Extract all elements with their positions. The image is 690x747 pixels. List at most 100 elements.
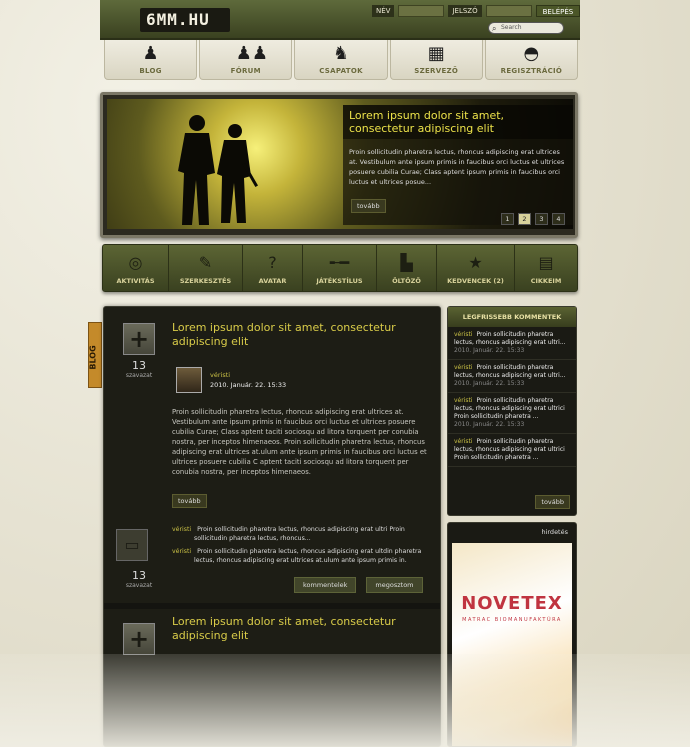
ad-brand-logo: NOVETEX bbox=[461, 593, 563, 614]
nav-label: CSAPATOK bbox=[319, 67, 363, 75]
tab-articles[interactable]: ▤ CIKKEIM bbox=[515, 245, 577, 291]
profile-category-bar: ◎ AKTIVITÁS ✎ SZERKESZTÉS ? AVATAR ╾━ JÁ… bbox=[102, 244, 578, 292]
document-icon: ▤ bbox=[538, 253, 554, 272]
comment-date: 2010. Január. 22. 15:33 bbox=[454, 347, 525, 354]
nav-label: SZERVEZŐ bbox=[414, 67, 459, 75]
tab-label: SZERKESZTÉS bbox=[179, 277, 232, 285]
hero-slider: Lorem ipsum dolor sit amet, consectetur … bbox=[100, 92, 578, 238]
nav-item-blog[interactable]: ♟ BLOG bbox=[104, 40, 198, 80]
hero-page-2[interactable]: 2 bbox=[518, 213, 531, 225]
tab-label: AKTIVITÁS bbox=[116, 277, 155, 285]
search-input[interactable]: ⌕ Search bbox=[488, 22, 564, 34]
comment-button[interactable]: kommentelek bbox=[294, 577, 357, 593]
list-item[interactable]: véristi Proin sollicitudin pharetra lectu… bbox=[448, 327, 576, 360]
tab-label: JÁTÉKSTÍLUS bbox=[316, 277, 363, 285]
tab-label: CIKKEIM bbox=[530, 277, 562, 285]
post-date: 2010. Január. 22. 15:33 bbox=[210, 381, 287, 389]
list-item[interactable]: véristi Proin sollicitudin pharetra lectu… bbox=[448, 434, 576, 467]
divider bbox=[104, 603, 440, 609]
password-label: JELSZÓ bbox=[448, 5, 482, 17]
vote-label: szavazat bbox=[125, 372, 153, 379]
upvote-button[interactable]: + bbox=[123, 323, 155, 355]
hero-more-button[interactable]: tovább bbox=[351, 199, 386, 213]
soldiers-silhouette bbox=[178, 115, 258, 225]
boots-icon: ▙ bbox=[400, 253, 413, 272]
tab-label: AVATAR bbox=[258, 277, 287, 285]
nav-label: BLOG bbox=[139, 67, 162, 75]
comment-author[interactable]: véristi bbox=[454, 364, 473, 371]
comment-author[interactable]: véristi bbox=[454, 331, 473, 338]
comment-text: Proin sollicitudin pharetra lectus, rhon… bbox=[194, 548, 422, 564]
blog-side-tab[interactable]: BLOG bbox=[88, 322, 102, 388]
hero-page-1[interactable]: 1 bbox=[501, 213, 514, 225]
name-label: NÉV bbox=[372, 5, 395, 17]
post-title[interactable]: Lorem ipsum dolor sit amet, consectetur … bbox=[172, 615, 422, 643]
tab-favorites[interactable]: ★ KEDVENCEK (2) bbox=[437, 245, 515, 291]
hero-page-3[interactable]: 3 bbox=[535, 213, 548, 225]
advertisement: hirdetés NOVETEX MATRAC BIOMANUFAKTÚRA bbox=[447, 522, 577, 747]
avatar[interactable] bbox=[176, 367, 202, 393]
name-input[interactable] bbox=[398, 5, 445, 17]
sidebar-more-button[interactable]: tovább bbox=[535, 495, 570, 509]
list-item[interactable]: véristi Proin sollicitudin pharetra lectu… bbox=[448, 360, 576, 393]
login-form: NÉV JELSZÓ BELÉPÉS bbox=[372, 4, 581, 18]
nav-label: FÓRUM bbox=[230, 67, 261, 75]
comment-text: Proin sollicitudin pharetra lectus, rhon… bbox=[194, 526, 405, 542]
vote-box: + 13 szavazat bbox=[116, 323, 162, 379]
rifle-icon: ╾━ bbox=[329, 253, 350, 272]
comment-author[interactable]: véristi bbox=[454, 438, 473, 445]
comment-author[interactable]: véristi bbox=[172, 525, 191, 534]
nav-item-forum[interactable]: ♟♟ FÓRUM bbox=[199, 40, 293, 80]
post-author[interactable]: véristi bbox=[210, 371, 230, 379]
search-icon: ⌕ bbox=[492, 24, 497, 33]
blog-tab-label: BLOG bbox=[88, 345, 98, 370]
panel-heading: LEGFRISSEBB KOMMENTEK bbox=[448, 307, 576, 327]
nav-item-teams[interactable]: ♞ CSAPATOK bbox=[294, 40, 388, 80]
tab-activity[interactable]: ◎ AKTIVITÁS bbox=[103, 245, 169, 291]
top-navigation: ♟ BLOG ♟♟ FÓRUM ♞ CSAPATOK ▦ SZERVEZŐ ◓ … bbox=[104, 40, 579, 80]
latest-comments-panel: LEGFRISSEBB KOMMENTEK véristi Proin solli… bbox=[447, 306, 577, 516]
soldier-icon: ♟ bbox=[142, 43, 159, 64]
comment-author[interactable]: véristi bbox=[172, 547, 191, 556]
blog-post-list: + 13 szavazat Lorem ipsum dolor sit amet… bbox=[103, 306, 441, 747]
nav-item-registration[interactable]: ◓ REGISZTRÁCIÓ bbox=[484, 40, 579, 80]
site-logo[interactable]: 6MM.HU bbox=[140, 8, 230, 32]
calendar-icon: ▦ bbox=[427, 43, 445, 64]
tab-edit[interactable]: ✎ SZERKESZTÉS bbox=[169, 245, 243, 291]
star-icon: ★ bbox=[468, 253, 483, 272]
post-title[interactable]: Lorem ipsum dolor sit amet, consectetur … bbox=[172, 321, 422, 349]
ad-banner[interactable]: NOVETEX MATRAC BIOMANUFAKTÚRA bbox=[452, 543, 572, 746]
password-input[interactable] bbox=[485, 5, 532, 17]
nav-item-organizer[interactable]: ▦ SZERVEZŐ bbox=[389, 40, 483, 80]
comment-date: 2010. Január. 22. 15:33 bbox=[454, 421, 525, 428]
upvote-button[interactable]: + bbox=[123, 623, 155, 655]
hero-page-4[interactable]: 4 bbox=[552, 213, 565, 225]
comment-vote-box: 13 szavazat bbox=[116, 565, 162, 589]
vote-count: 13 bbox=[132, 359, 146, 372]
comment-item: véristi Proin sollicitudin pharetra lect… bbox=[172, 525, 432, 543]
hero-text: Proin sollicitudin pharetra lectus, rhon… bbox=[349, 148, 565, 186]
login-button[interactable]: BELÉPÉS bbox=[535, 5, 581, 17]
target-icon: ◎ bbox=[128, 253, 143, 272]
ad-heading: hirdetés bbox=[541, 528, 568, 536]
question-icon: ? bbox=[268, 253, 277, 272]
vote-box: + bbox=[116, 623, 162, 655]
search-placeholder: Search bbox=[501, 24, 522, 31]
ad-subtitle: MATRAC BIOMANUFAKTÚRA bbox=[462, 617, 562, 623]
post-actions: kommentelek megosztom bbox=[294, 577, 423, 593]
tab-label: ÖLTÖZŐ bbox=[392, 277, 421, 285]
hero-pagination: 1 2 3 4 bbox=[501, 213, 565, 225]
tab-avatar[interactable]: ? AVATAR bbox=[243, 245, 303, 291]
share-button[interactable]: megosztom bbox=[366, 577, 423, 593]
post-more-button[interactable]: tovább bbox=[172, 494, 207, 508]
tab-wardrobe[interactable]: ▙ ÖLTÖZŐ bbox=[377, 245, 437, 291]
pencil-icon: ✎ bbox=[198, 253, 213, 272]
list-item[interactable]: véristi Proin sollicitudin pharetra lectu… bbox=[448, 393, 576, 434]
hero-title[interactable]: Lorem ipsum dolor sit amet, consectetur … bbox=[343, 105, 573, 139]
tab-label: KEDVENCEK (2) bbox=[447, 277, 504, 285]
vote-label: szavazat bbox=[125, 582, 153, 589]
comment-author[interactable]: véristi bbox=[454, 397, 473, 404]
tab-playstyle[interactable]: ╾━ JÁTÉKSTÍLUS bbox=[303, 245, 377, 291]
soldiers-icon: ♟♟ bbox=[235, 43, 269, 64]
comment-vote-count: 13 bbox=[132, 569, 146, 582]
